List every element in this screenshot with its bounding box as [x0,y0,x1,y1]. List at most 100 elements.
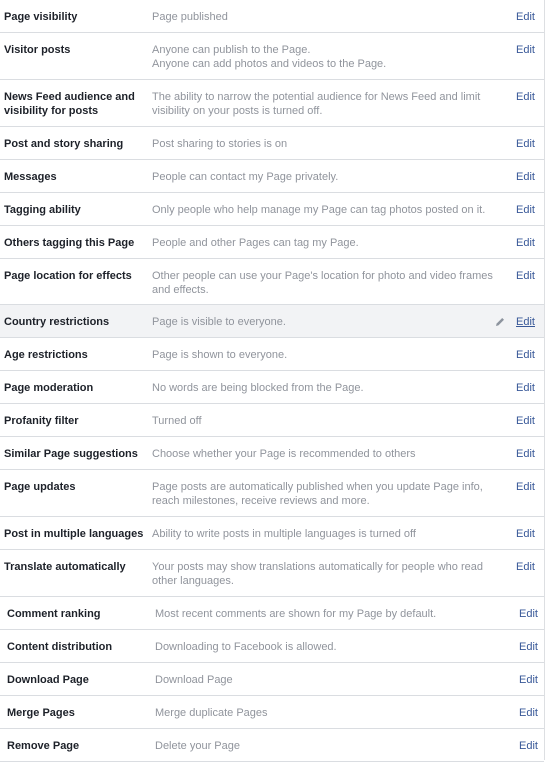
setting-description-line: Page published [152,11,228,23]
setting-label: News Feed audience and visibility for po… [4,91,135,117]
setting-description-line: Most recent comments are shown for my Pa… [155,608,437,620]
setting-description: No words are being blocked from the Page… [152,381,492,395]
setting-label: Country restrictions [4,316,110,328]
setting-description-line: Turned off [152,415,202,427]
setting-description: Page is shown to everyone. [152,348,492,362]
setting-row[interactable]: Page location for effects Other people ca… [0,259,544,305]
setting-description-line: Other people can use your Page's locatio… [152,270,493,282]
edit-link[interactable]: Edit [516,269,535,283]
edit-link[interactable]: Edit [516,90,535,104]
setting-description-line: No words are being blocked from the Page… [152,382,364,394]
edit-link[interactable]: Edit [516,43,535,57]
edit-link[interactable]: Edit [516,447,535,461]
edit-link[interactable]: Edit [516,236,535,250]
setting-description: Ability to write posts in multiple langu… [152,527,492,541]
setting-description-line: Page is visible to everyone. [152,316,286,328]
edit-link[interactable]: Edit [516,315,535,329]
setting-description-line: Ability to write posts in multiple langu… [152,528,416,540]
setting-row[interactable]: Tagging ability Only people who help mana… [0,193,544,226]
setting-description: Other people can use your Page's locatio… [152,269,493,297]
setting-description-line: Merge duplicate Pages [155,707,268,719]
setting-description: Your posts may show translations automat… [152,560,492,588]
setting-label: Age restrictions [4,349,88,361]
edit-link[interactable]: Edit [516,203,535,217]
setting-label: Download Page [7,674,89,686]
setting-description-line: Download Page [155,674,233,686]
edit-link[interactable]: Edit [516,348,535,362]
setting-row[interactable]: Content distribution Downloading to Faceb… [0,630,544,663]
setting-row[interactable]: Similar Page suggestions Choose whether y… [0,437,544,470]
setting-description-line: Downloading to Facebook is allowed. [155,641,337,653]
setting-description-line: Delete your Page [155,740,240,752]
setting-description: People can contact my Page privately. [152,170,492,184]
edit-link[interactable]: Edit [519,640,538,654]
setting-description-line: other languages. [152,575,234,587]
setting-description: Page posts are automatically published w… [152,480,492,508]
setting-row[interactable]: Others tagging this Page People and other… [0,226,544,259]
setting-row[interactable]: Post in multiple languages Ability to wri… [0,517,544,550]
setting-row[interactable]: Visitor posts Anyone can publish to the P… [0,33,544,80]
setting-description: Post sharing to stories is on [152,137,492,151]
setting-description: Page published [152,10,492,24]
edit-link[interactable]: Edit [516,480,535,494]
setting-description-line: Page is shown to everyone. [152,349,288,361]
setting-label: Merge Pages [7,707,75,719]
edit-link[interactable]: Edit [519,607,538,621]
edit-link[interactable]: Edit [519,673,538,687]
settings-panel: Page visibility Page published Edit Visitor… [0,0,545,762]
setting-row[interactable]: Comment ranking Most recent comments are … [0,597,544,630]
setting-label: Page updates [4,481,76,493]
setting-label: Post and story sharing [4,138,124,150]
setting-label: Content distribution [7,641,113,653]
edit-link[interactable]: Edit [516,10,535,24]
setting-row[interactable]: Translate automatically Your posts may sh… [0,550,544,597]
setting-label: Others tagging this Page [4,237,135,249]
setting-description: The ability to narrow the potential audi… [152,90,492,118]
setting-label: Similar Page suggestions [4,448,138,460]
setting-row[interactable]: Messages People can contact my Page priva… [0,160,544,193]
setting-label: Page visibility [4,11,78,23]
setting-label: Post in multiple languages [4,528,144,540]
setting-row[interactable]: Age restrictions Page is shown to everyon… [0,338,544,371]
pencil-icon[interactable] [494,316,506,328]
setting-description-line: Choose whether your Page is recommended … [152,448,416,460]
setting-label: Translate automatically [4,561,126,573]
setting-row[interactable]: Page updates Page posts are automatically… [0,470,544,517]
setting-description: Delete your Page [152,739,495,753]
setting-row[interactable]: Merge Pages Merge duplicate Pages Edit [0,696,544,729]
setting-row[interactable]: News Feed audience and visibility for po… [0,80,544,127]
setting-description: People and other Pages can tag my Page. [152,236,492,250]
setting-description-line: People and other Pages can tag my Page. [152,237,359,249]
setting-label: Messages [4,171,57,183]
setting-label: Visitor posts [4,44,71,56]
setting-label: Remove Page [7,740,80,752]
setting-description: Choose whether your Page is recommended … [152,447,492,461]
edit-link[interactable]: Edit [519,739,538,753]
setting-description-line: Page posts are automatically published w… [152,481,483,493]
setting-row[interactable]: Page visibility Page published Edit [0,0,544,33]
setting-label: Page moderation [4,382,94,394]
edit-link[interactable]: Edit [516,414,535,428]
setting-description-line: reach milestones, receive reviews and mo… [152,495,370,507]
setting-row[interactable]: Country restrictions Page is visible to e… [0,305,544,338]
setting-description-line: Anyone can add photos and videos to the … [152,58,387,70]
setting-label: Page location for effects [4,270,132,282]
setting-label: Comment ranking [7,608,101,620]
edit-link[interactable]: Edit [516,137,535,151]
setting-row[interactable]: Page moderation No words are being blocke… [0,371,544,404]
setting-row[interactable]: Profanity filter Turned off Edit [0,404,544,437]
setting-description: Turned off [152,414,492,428]
setting-description: Downloading to Facebook is allowed. [152,640,495,654]
setting-row[interactable]: Download Page Download Page Edit [0,663,544,696]
edit-link[interactable]: Edit [516,560,535,574]
setting-description: Only people who help manage my Page can … [152,203,492,217]
setting-description-line: Post sharing to stories is on [152,138,288,150]
edit-link[interactable]: Edit [516,381,535,395]
edit-link[interactable]: Edit [516,170,535,184]
setting-description-line: People can contact my Page privately. [152,171,339,183]
edit-link[interactable]: Edit [519,706,538,720]
setting-row[interactable]: Post and story sharing Post sharing to st… [0,127,544,160]
edit-link[interactable]: Edit [516,527,535,541]
setting-row[interactable]: Remove Page Delete your Page Edit [0,729,544,762]
setting-description: Download Page [152,673,495,687]
